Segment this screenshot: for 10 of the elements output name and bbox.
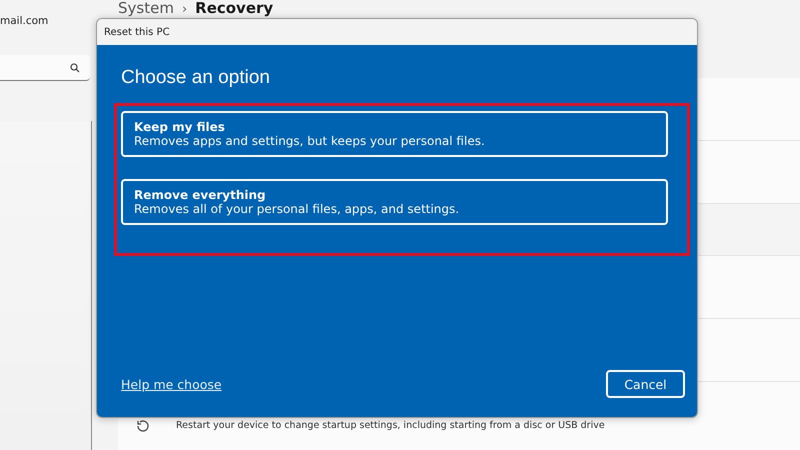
dialog-title: Reset this PC bbox=[104, 26, 170, 38]
option-title: Remove everything bbox=[134, 188, 267, 202]
option-description: Removes apps and settings, but keeps your personal files. bbox=[134, 134, 486, 148]
card-description: Restart your device to change startup settings, including starting from a disc or USB drive bbox=[176, 420, 605, 431]
option-title: Keep my files bbox=[134, 120, 226, 134]
page-title: Recovery bbox=[195, 0, 274, 17]
option-description: Removes all of your personal files, apps, and settings. bbox=[134, 202, 460, 216]
breadcrumb-separator: › bbox=[182, 1, 188, 18]
dialog-heading: Choose an option bbox=[121, 67, 270, 89]
account-email: mail.com bbox=[0, 15, 50, 29]
